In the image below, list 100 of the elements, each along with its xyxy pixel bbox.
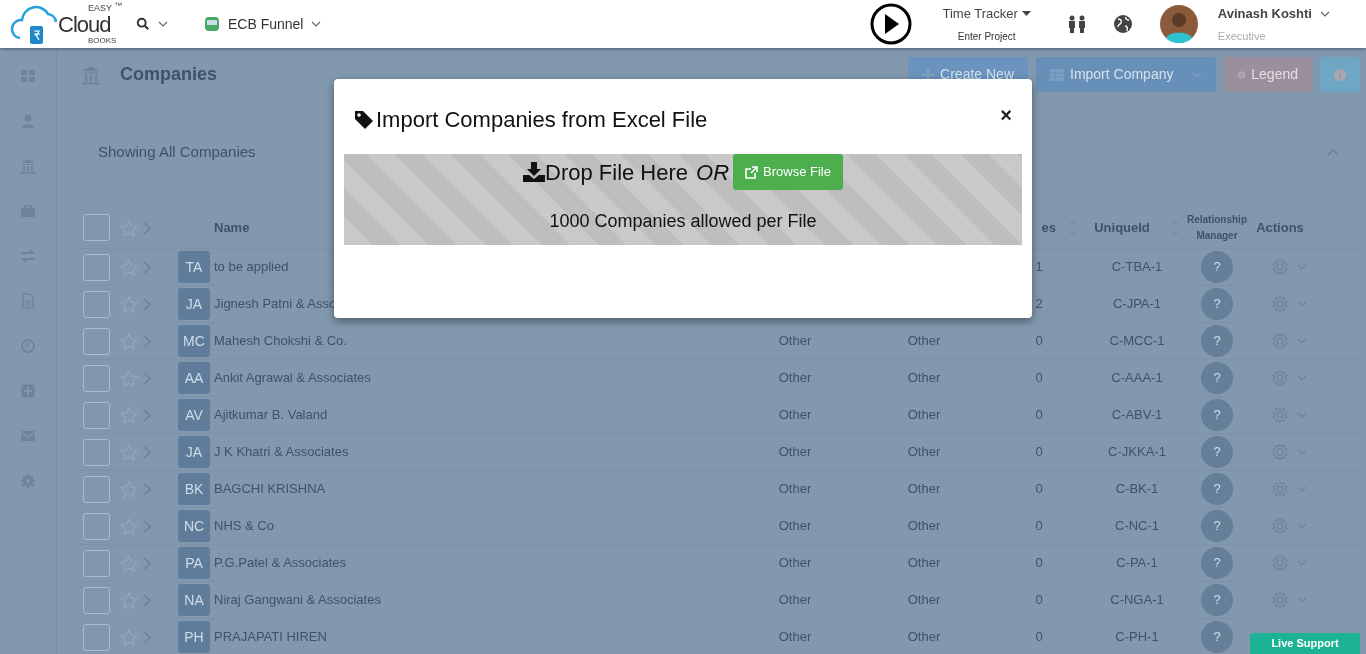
row-checkbox[interactable] [83, 253, 110, 281]
column-header: Actions [1256, 218, 1304, 237]
initials-avatar: PA [178, 547, 210, 579]
plus-icon [922, 68, 935, 81]
page-title: Companies [120, 63, 218, 86]
table-cell: 0 [1035, 444, 1043, 460]
time-tracker-menu[interactable]: Time Tracker [942, 3, 1018, 24]
initials-avatar: BK [178, 473, 210, 505]
select-all-checkbox[interactable] [83, 214, 110, 241]
company-name[interactable]: Mahesh Chokshi & Co. [214, 333, 347, 349]
company-name[interactable]: Ankit Agrawal & Associates [214, 370, 371, 386]
import-company-button[interactable]: Import Company [1036, 57, 1216, 92]
table-cell: 1 [1035, 259, 1043, 275]
info-button[interactable] [1320, 57, 1360, 92]
table-cell: C-JPA-1 [1112, 296, 1162, 312]
caret-icon[interactable] [1021, 11, 1031, 16]
chevron-down-icon[interactable] [158, 21, 168, 27]
table-cell: Other [907, 481, 941, 497]
globe-icon[interactable] [1112, 14, 1133, 34]
column-header[interactable]: UniqueId [1094, 217, 1150, 238]
manager-avatar: ? [1201, 288, 1233, 320]
browse-file-button[interactable]: Browse File [733, 154, 843, 190]
row-checkbox[interactable] [83, 586, 110, 614]
chevron-down-icon[interactable] [1320, 10, 1330, 17]
initials-avatar: MC [178, 325, 210, 357]
row-checkbox[interactable] [83, 327, 110, 355]
live-support-button[interactable]: Live Support [1250, 633, 1360, 654]
company-name[interactable]: to be applied [214, 259, 289, 275]
tag-icon [354, 109, 374, 130]
play-button-icon[interactable] [870, 3, 913, 45]
table-cell: 2 [1035, 296, 1043, 312]
table-cell: Other [778, 444, 812, 460]
table-cell: Other [778, 518, 812, 534]
table-cell: 0 [1035, 629, 1043, 645]
initials-avatar: AV [178, 399, 210, 431]
company-name[interactable]: P.G.Patel & Associates [214, 555, 346, 571]
initials-avatar: TA [178, 251, 210, 283]
table-cell: C-AAA-1 [1111, 370, 1163, 386]
manager-avatar: ? [1201, 325, 1233, 357]
app-icon [204, 16, 220, 32]
table-cell: Other [907, 444, 941, 460]
column-header: Relationship Manager [1187, 212, 1247, 243]
manager-avatar: ? [1201, 547, 1233, 579]
company-name[interactable]: PRAJAPATI HIREN [214, 629, 327, 645]
chevron-down-icon[interactable] [311, 21, 322, 27]
or-text: OR [696, 158, 730, 187]
search-icon[interactable] [136, 17, 150, 31]
table-cell: C-TBA-1 [1111, 259, 1163, 275]
row-checkbox[interactable] [83, 549, 110, 577]
avatar-icon[interactable] [1159, 5, 1198, 43]
company-name[interactable]: Niraj Gangwani & Associates [214, 592, 381, 608]
download-icon [523, 162, 545, 182]
company-name[interactable]: BAGCHI KRISHNA [214, 481, 326, 497]
row-checkbox[interactable] [83, 475, 110, 503]
drop-zone[interactable]: Drop File Here OR Browse File 1000 Companies allowed per File [344, 154, 1022, 245]
company-name[interactable]: J K Khatri & Associates [214, 444, 349, 460]
table-cell: 0 [1035, 407, 1043, 423]
row-checkbox[interactable] [83, 364, 110, 392]
people-icon[interactable] [1066, 15, 1087, 33]
table-cell: Other [778, 629, 812, 645]
filter-label: Showing All Companies [98, 142, 256, 163]
row-checkbox[interactable] [83, 623, 110, 651]
manager-avatar: ? [1201, 510, 1233, 542]
table-cell: 0 [1035, 481, 1043, 497]
initials-avatar: NA [178, 584, 210, 616]
row-checkbox[interactable] [83, 401, 110, 429]
table-cell: Other [907, 555, 941, 571]
column-header[interactable]: es [1041, 217, 1056, 238]
table-cell: Other [907, 370, 941, 386]
company-name[interactable]: Ajitkumar B. Valand [214, 407, 328, 423]
table-cell: C-ABV-1 [1111, 407, 1163, 423]
table-cell: C-NGA-1 [1110, 592, 1164, 608]
external-link-icon [745, 165, 759, 179]
manager-avatar: ? [1201, 473, 1233, 505]
funnel-selector[interactable]: ECB Funnel [228, 13, 304, 35]
initials-avatar: AA [178, 362, 210, 394]
close-button[interactable]: × [1000, 105, 1012, 125]
column-header: Name [214, 218, 250, 237]
company-name[interactable]: NHS & Co [214, 518, 274, 534]
drop-text: Drop File Here [545, 158, 689, 187]
manager-avatar: ? [1201, 362, 1233, 394]
brand-tagline: EASY [88, 4, 112, 13]
table-cell: 0 [1035, 333, 1043, 349]
project-link[interactable]: Enter Project [957, 29, 1016, 45]
manager-avatar: ? [1201, 399, 1233, 431]
manager-avatar: ? [1201, 621, 1233, 653]
user-name[interactable]: Avinash Koshti [1217, 4, 1312, 24]
trademark-sign: ™ [114, 2, 122, 10]
legend-button[interactable]: Legend [1224, 57, 1312, 92]
initials-avatar: JA [178, 288, 210, 320]
brand-tagline: BOOKS [88, 37, 117, 45]
row-checkbox[interactable] [83, 290, 110, 318]
user-role: Executive [1217, 28, 1267, 44]
table-cell: Other [778, 407, 812, 423]
manager-avatar: ? [1201, 584, 1233, 616]
table-cell: C-PA-1 [1116, 555, 1158, 571]
row-checkbox[interactable] [83, 512, 110, 540]
initials-avatar: NC [178, 510, 210, 542]
row-checkbox[interactable] [83, 438, 110, 466]
table-cell: Other [907, 518, 941, 534]
